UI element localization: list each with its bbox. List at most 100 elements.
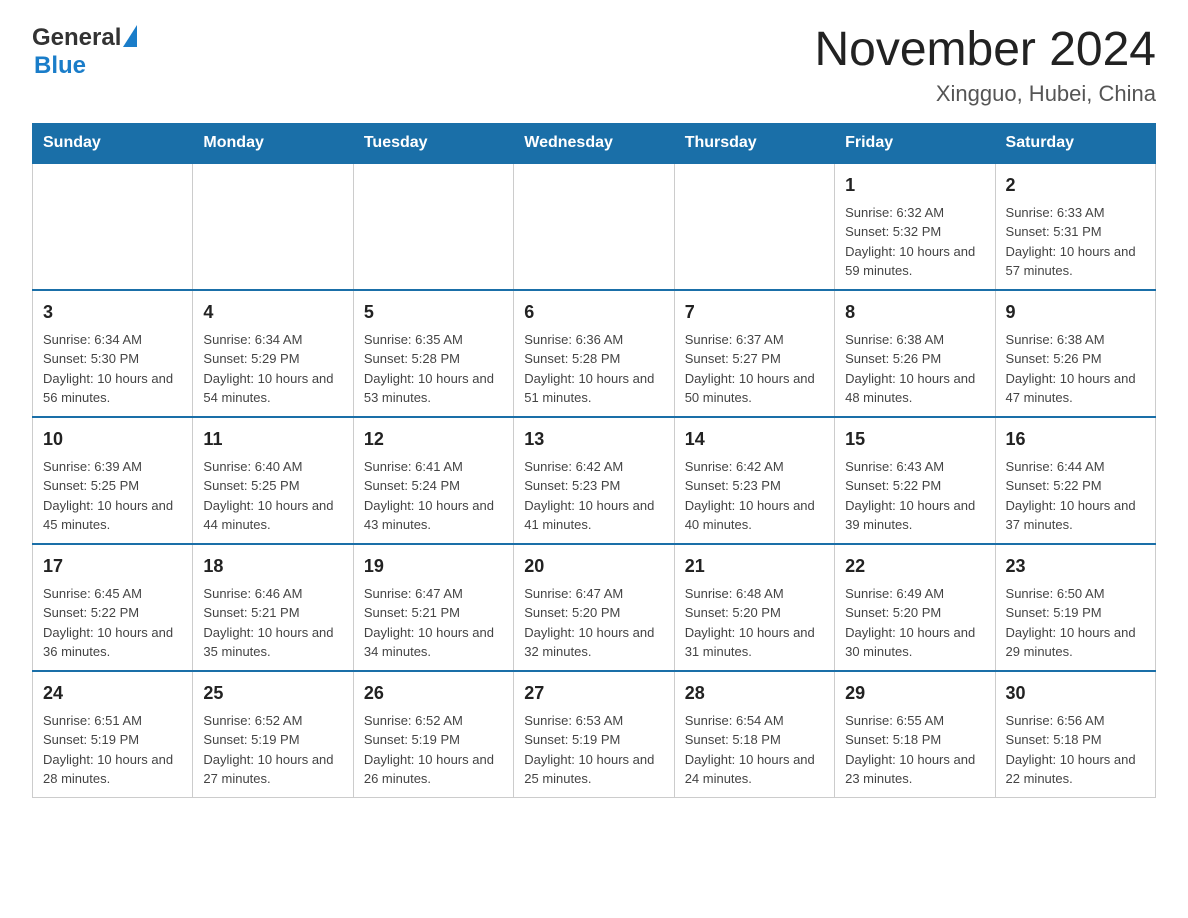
day-number: 2: [1006, 172, 1145, 199]
day-info: Sunrise: 6:33 AMSunset: 5:31 PMDaylight:…: [1006, 203, 1145, 281]
day-cell: 3 Sunrise: 6:34 AMSunset: 5:30 PMDaylight…: [33, 290, 193, 417]
day-info: Sunrise: 6:34 AMSunset: 5:30 PMDaylight:…: [43, 330, 182, 408]
day-info: Sunrise: 6:49 AMSunset: 5:20 PMDaylight:…: [845, 584, 984, 662]
day-cell: [674, 163, 834, 290]
day-info: Sunrise: 6:47 AMSunset: 5:20 PMDaylight:…: [524, 584, 663, 662]
day-info: Sunrise: 6:53 AMSunset: 5:19 PMDaylight:…: [524, 711, 663, 789]
day-cell: 10 Sunrise: 6:39 AMSunset: 5:25 PMDayligh…: [33, 417, 193, 544]
day-cell: 8 Sunrise: 6:38 AMSunset: 5:26 PMDaylight…: [835, 290, 995, 417]
day-number: 13: [524, 426, 663, 453]
day-cell: 16Sunrise: 6:44 AMSunset: 5:22 PMDayligh…: [995, 417, 1155, 544]
day-cell: 14 Sunrise: 6:42 AMSunset: 5:23 PMDayligh…: [674, 417, 834, 544]
week-row-4: 17 Sunrise: 6:45 AMSunset: 5:22 PMDayligh…: [33, 544, 1156, 671]
day-number: 1: [845, 172, 984, 199]
day-number: 28: [685, 680, 824, 707]
day-cell: 21Sunrise: 6:48 AMSunset: 5:20 PMDayligh…: [674, 544, 834, 671]
day-info: Sunrise: 6:35 AMSunset: 5:28 PMDaylight:…: [364, 330, 503, 408]
day-number: 7: [685, 299, 824, 326]
day-cell: [33, 163, 193, 290]
days-header-row: SundayMondayTuesdayWednesdayThursdayFrid…: [33, 123, 1156, 163]
day-cell: 1 Sunrise: 6:32 AMSunset: 5:32 PMDaylight…: [835, 163, 995, 290]
day-cell: 15 Sunrise: 6:43 AMSunset: 5:22 PMDayligh…: [835, 417, 995, 544]
day-number: 29: [845, 680, 984, 707]
day-cell: 22 Sunrise: 6:49 AMSunset: 5:20 PMDayligh…: [835, 544, 995, 671]
day-number: 30: [1006, 680, 1145, 707]
day-header-tuesday: Tuesday: [353, 123, 513, 163]
day-cell: 4 Sunrise: 6:34 AMSunset: 5:29 PMDaylight…: [193, 290, 353, 417]
day-info: Sunrise: 6:50 AMSunset: 5:19 PMDaylight:…: [1006, 584, 1145, 662]
day-info: Sunrise: 6:40 AMSunset: 5:25 PMDaylight:…: [203, 457, 342, 535]
day-cell: 29Sunrise: 6:55 AMSunset: 5:18 PMDayligh…: [835, 671, 995, 798]
day-number: 11: [203, 426, 342, 453]
day-info: Sunrise: 6:46 AMSunset: 5:21 PMDaylight:…: [203, 584, 342, 662]
day-cell: 23 Sunrise: 6:50 AMSunset: 5:19 PMDayligh…: [995, 544, 1155, 671]
day-cell: [353, 163, 513, 290]
day-number: 20: [524, 553, 663, 580]
day-cell: 24 Sunrise: 6:51 AMSunset: 5:19 PMDayligh…: [33, 671, 193, 798]
day-cell: 20 Sunrise: 6:47 AMSunset: 5:20 PMDayligh…: [514, 544, 674, 671]
day-cell: 5 Sunrise: 6:35 AMSunset: 5:28 PMDaylight…: [353, 290, 513, 417]
day-info: Sunrise: 6:47 AMSunset: 5:21 PMDaylight:…: [364, 584, 503, 662]
day-header-wednesday: Wednesday: [514, 123, 674, 163]
day-number: 25: [203, 680, 342, 707]
day-header-friday: Friday: [835, 123, 995, 163]
day-info: Sunrise: 6:32 AMSunset: 5:32 PMDaylight:…: [845, 203, 984, 281]
day-number: 19: [364, 553, 503, 580]
day-number: 4: [203, 299, 342, 326]
day-info: Sunrise: 6:38 AMSunset: 5:26 PMDaylight:…: [1006, 330, 1145, 408]
day-info: Sunrise: 6:56 AMSunset: 5:18 PMDaylight:…: [1006, 711, 1145, 789]
day-info: Sunrise: 6:41 AMSunset: 5:24 PMDaylight:…: [364, 457, 503, 535]
day-info: Sunrise: 6:39 AMSunset: 5:25 PMDaylight:…: [43, 457, 182, 535]
day-cell: 26 Sunrise: 6:52 AMSunset: 5:19 PMDayligh…: [353, 671, 513, 798]
day-cell: 9 Sunrise: 6:38 AMSunset: 5:26 PMDaylight…: [995, 290, 1155, 417]
day-cell: 11 Sunrise: 6:40 AMSunset: 5:25 PMDayligh…: [193, 417, 353, 544]
logo: General Blue: [32, 24, 137, 80]
day-info: Sunrise: 6:45 AMSunset: 5:22 PMDaylight:…: [43, 584, 182, 662]
location-title: Xingguo, Hubei, China: [814, 81, 1156, 107]
day-number: 12: [364, 426, 503, 453]
day-number: 18: [203, 553, 342, 580]
day-info: Sunrise: 6:37 AMSunset: 5:27 PMDaylight:…: [685, 330, 824, 408]
day-header-thursday: Thursday: [674, 123, 834, 163]
day-cell: 17 Sunrise: 6:45 AMSunset: 5:22 PMDayligh…: [33, 544, 193, 671]
day-cell: 30 Sunrise: 6:56 AMSunset: 5:18 PMDayligh…: [995, 671, 1155, 798]
day-number: 15: [845, 426, 984, 453]
day-cell: 13Sunrise: 6:42 AMSunset: 5:23 PMDayligh…: [514, 417, 674, 544]
day-number: 9: [1006, 299, 1145, 326]
page-header: General Blue November 2024 Xingguo, Hube…: [32, 24, 1156, 107]
day-info: Sunrise: 6:38 AMSunset: 5:26 PMDaylight:…: [845, 330, 984, 408]
day-info: Sunrise: 6:51 AMSunset: 5:19 PMDaylight:…: [43, 711, 182, 789]
logo-blue-text: Blue: [34, 52, 86, 79]
logo-general-text: General: [32, 24, 121, 52]
day-info: Sunrise: 6:36 AMSunset: 5:28 PMDaylight:…: [524, 330, 663, 408]
calendar-table: SundayMondayTuesdayWednesdayThursdayFrid…: [32, 123, 1156, 798]
day-number: 17: [43, 553, 182, 580]
day-number: 8: [845, 299, 984, 326]
day-cell: [514, 163, 674, 290]
week-row-1: 1 Sunrise: 6:32 AMSunset: 5:32 PMDaylight…: [33, 163, 1156, 290]
month-title: November 2024: [814, 24, 1156, 77]
day-header-monday: Monday: [193, 123, 353, 163]
day-info: Sunrise: 6:42 AMSunset: 5:23 PMDaylight:…: [685, 457, 824, 535]
week-row-3: 10 Sunrise: 6:39 AMSunset: 5:25 PMDayligh…: [33, 417, 1156, 544]
day-number: 16: [1006, 426, 1145, 453]
day-cell: 18 Sunrise: 6:46 AMSunset: 5:21 PMDayligh…: [193, 544, 353, 671]
day-info: Sunrise: 6:52 AMSunset: 5:19 PMDaylight:…: [364, 711, 503, 789]
day-number: 10: [43, 426, 182, 453]
day-cell: 12 Sunrise: 6:41 AMSunset: 5:24 PMDayligh…: [353, 417, 513, 544]
day-number: 5: [364, 299, 503, 326]
day-info: Sunrise: 6:34 AMSunset: 5:29 PMDaylight:…: [203, 330, 342, 408]
day-info: Sunrise: 6:54 AMSunset: 5:18 PMDaylight:…: [685, 711, 824, 789]
day-number: 24: [43, 680, 182, 707]
day-cell: 25Sunrise: 6:52 AMSunset: 5:19 PMDayligh…: [193, 671, 353, 798]
day-header-sunday: Sunday: [33, 123, 193, 163]
day-cell: [193, 163, 353, 290]
day-cell: 7 Sunrise: 6:37 AMSunset: 5:27 PMDaylight…: [674, 290, 834, 417]
day-number: 3: [43, 299, 182, 326]
day-number: 23: [1006, 553, 1145, 580]
day-number: 14: [685, 426, 824, 453]
day-cell: 28 Sunrise: 6:54 AMSunset: 5:18 PMDayligh…: [674, 671, 834, 798]
day-info: Sunrise: 6:43 AMSunset: 5:22 PMDaylight:…: [845, 457, 984, 535]
day-number: 22: [845, 553, 984, 580]
day-number: 26: [364, 680, 503, 707]
